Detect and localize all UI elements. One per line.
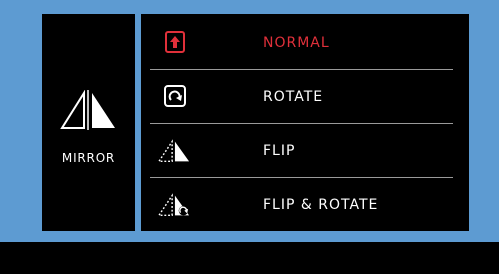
menu-item-flip-rotate[interactable]: FLIP & ROTATE: [141, 178, 469, 232]
rotate-box-icon: [164, 85, 186, 107]
menu-item-normal[interactable]: NORMAL: [141, 16, 469, 70]
mirror-mode-menu: NORMAL ROTATE FLIP FLIP & ROTATE: [141, 14, 469, 231]
menu-item-flip[interactable]: FLIP: [141, 124, 469, 178]
mirror-icon: [60, 90, 115, 130]
menu-item-label: FLIP: [263, 143, 296, 159]
flip-triangles-icon: [158, 139, 190, 163]
flip-rotate-triangles-icon: [158, 193, 190, 217]
menu-item-label: FLIP & ROTATE: [263, 197, 379, 213]
bottom-bar: [0, 242, 499, 274]
mirror-panel: MIRROR: [42, 14, 135, 231]
menu-item-label: ROTATE: [263, 89, 324, 105]
mirror-label: MIRROR: [61, 151, 116, 165]
menu-item-rotate[interactable]: ROTATE: [141, 70, 469, 124]
arrow-up-box-icon: [165, 31, 185, 53]
menu-item-label: NORMAL: [263, 35, 330, 51]
